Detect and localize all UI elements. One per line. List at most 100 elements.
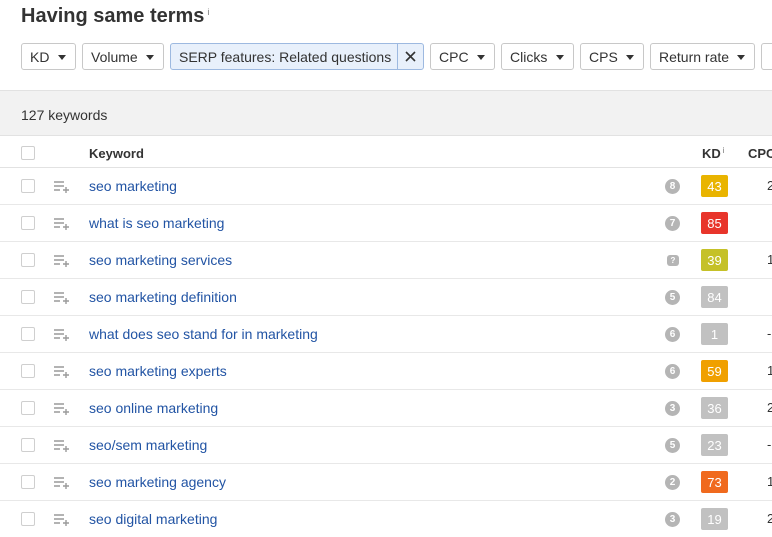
- keyword-link[interactable]: seo marketing experts: [89, 363, 227, 379]
- table-row: seo marketing experts 6 59 1: [0, 353, 772, 390]
- kd-badge: 43: [701, 175, 728, 197]
- row-checkbox[interactable]: [21, 438, 35, 452]
- row-checkbox[interactable]: [21, 512, 35, 526]
- page-title-text: Having same terms: [21, 5, 205, 27]
- cpc-value: -: [767, 437, 772, 452]
- keyword-link[interactable]: seo marketing definition: [89, 289, 237, 305]
- question-icon[interactable]: ?: [667, 255, 679, 266]
- add-to-list-icon[interactable]: [53, 328, 69, 341]
- table-row: what is seo marketing 7 85: [0, 205, 772, 242]
- row-checkbox[interactable]: [21, 216, 35, 230]
- kd-badge: 84: [701, 286, 728, 308]
- close-icon[interactable]: [398, 44, 423, 69]
- keyword-link[interactable]: seo marketing agency: [89, 474, 226, 490]
- filter-clicks-label: Clicks: [510, 48, 548, 65]
- column-header-keyword[interactable]: Keyword: [89, 146, 144, 161]
- keyword-link[interactable]: what is seo marketing: [89, 215, 224, 231]
- row-checkbox[interactable]: [21, 327, 35, 341]
- table-row: seo marketing definition 5 84: [0, 279, 772, 316]
- keyword-link[interactable]: seo/sem marketing: [89, 437, 207, 453]
- serp-features-count[interactable]: 3: [665, 512, 680, 527]
- table-row: seo/sem marketing 5 23 -: [0, 427, 772, 464]
- info-icon[interactable]: i: [723, 146, 725, 155]
- add-to-list-icon[interactable]: [53, 291, 69, 304]
- row-checkbox[interactable]: [21, 364, 35, 378]
- info-icon[interactable]: i: [207, 7, 209, 17]
- row-checkbox[interactable]: [21, 401, 35, 415]
- add-to-list-icon[interactable]: [53, 217, 69, 230]
- cpc-value: 1: [767, 363, 772, 378]
- kd-badge: 85: [701, 212, 728, 234]
- results-summary-bar: 127 keywords: [0, 90, 772, 136]
- add-to-list-icon[interactable]: [53, 365, 69, 378]
- select-all-checkbox[interactable]: [21, 146, 35, 160]
- add-to-list-icon[interactable]: [53, 476, 69, 489]
- filter-kd[interactable]: KD: [21, 43, 76, 70]
- table-header: Keyword KD i CPC: [0, 137, 772, 168]
- serp-features-count[interactable]: 7: [665, 216, 680, 231]
- kd-badge: 19: [701, 508, 728, 530]
- add-to-list-icon[interactable]: [53, 254, 69, 267]
- add-to-list-icon[interactable]: [53, 402, 69, 415]
- filter-kd-label: KD: [30, 48, 50, 65]
- filter-serp-features-label: SERP features: Related questions: [179, 48, 392, 65]
- chevron-down-icon: [556, 55, 564, 60]
- row-checkbox[interactable]: [21, 179, 35, 193]
- filter-clicks[interactable]: Clicks: [501, 43, 574, 70]
- table-row: seo marketing agency 2 73 1: [0, 464, 772, 501]
- table-row: what does seo stand for in marketing 6 1 -: [0, 316, 772, 353]
- add-to-list-icon[interactable]: [53, 180, 69, 193]
- kd-badge: 59: [701, 360, 728, 382]
- filter-cps[interactable]: CPS: [580, 43, 644, 70]
- add-to-list-icon[interactable]: [53, 439, 69, 452]
- filter-return-rate-label: Return rate: [659, 48, 730, 65]
- filter-cps-label: CPS: [589, 48, 618, 65]
- filter-cpc[interactable]: CPC: [430, 43, 495, 70]
- cpc-value: 1: [767, 474, 772, 489]
- row-checkbox[interactable]: [21, 475, 35, 489]
- table-row: seo marketing services? 39 1: [0, 242, 772, 279]
- filter-more[interactable]: [761, 43, 772, 70]
- chevron-down-icon: [58, 55, 66, 60]
- keyword-link[interactable]: seo online marketing: [89, 400, 218, 416]
- chevron-down-icon: [477, 55, 485, 60]
- keyword-link[interactable]: what does seo stand for in marketing: [89, 326, 318, 342]
- column-header-cpc[interactable]: CPC: [748, 146, 772, 161]
- serp-features-count[interactable]: 3: [665, 401, 680, 416]
- row-checkbox[interactable]: [21, 253, 35, 267]
- keyword-count: 127 keywords: [21, 107, 108, 123]
- filter-return-rate[interactable]: Return rate: [650, 43, 755, 70]
- kd-badge: 1: [701, 323, 728, 345]
- column-header-kd-label: KD: [702, 146, 721, 161]
- cpc-value: 2: [767, 400, 772, 415]
- cpc-value: 2: [767, 178, 772, 193]
- chevron-down-icon: [626, 55, 634, 60]
- filter-serp-features[interactable]: SERP features: Related questions: [170, 43, 424, 70]
- filter-volume[interactable]: Volume: [82, 43, 164, 70]
- keyword-link[interactable]: seo digital marketing: [89, 511, 217, 527]
- keyword-link[interactable]: seo marketing: [89, 178, 177, 194]
- chevron-down-icon: [737, 55, 745, 60]
- serp-features-count[interactable]: 8: [665, 179, 680, 194]
- filter-bar: KD Volume SERP features: Related questio…: [21, 43, 772, 70]
- page-title: Having same terms i: [21, 5, 209, 28]
- serp-features-count[interactable]: 5: [665, 438, 680, 453]
- table-row: seo marketing 8 43 2: [0, 168, 772, 205]
- cpc-value: 2: [767, 511, 772, 526]
- serp-features-count[interactable]: 6: [665, 327, 680, 342]
- serp-features-count[interactable]: 5: [665, 290, 680, 305]
- kd-badge: 73: [701, 471, 728, 493]
- chevron-down-icon: [146, 55, 154, 60]
- column-header-kd[interactable]: KD i: [702, 146, 725, 161]
- filter-cpc-label: CPC: [439, 48, 469, 65]
- row-checkbox[interactable]: [21, 290, 35, 304]
- kd-badge: 36: [701, 397, 728, 419]
- serp-features-count[interactable]: 2: [665, 475, 680, 490]
- add-to-list-icon[interactable]: [53, 513, 69, 526]
- keyword-link[interactable]: seo marketing services: [89, 252, 232, 268]
- serp-features-count[interactable]: 6: [665, 364, 680, 379]
- kd-badge: 23: [701, 434, 728, 456]
- cpc-value: 1: [767, 252, 772, 267]
- table-row: seo online marketing 3 36 2: [0, 390, 772, 427]
- filter-volume-label: Volume: [91, 48, 138, 65]
